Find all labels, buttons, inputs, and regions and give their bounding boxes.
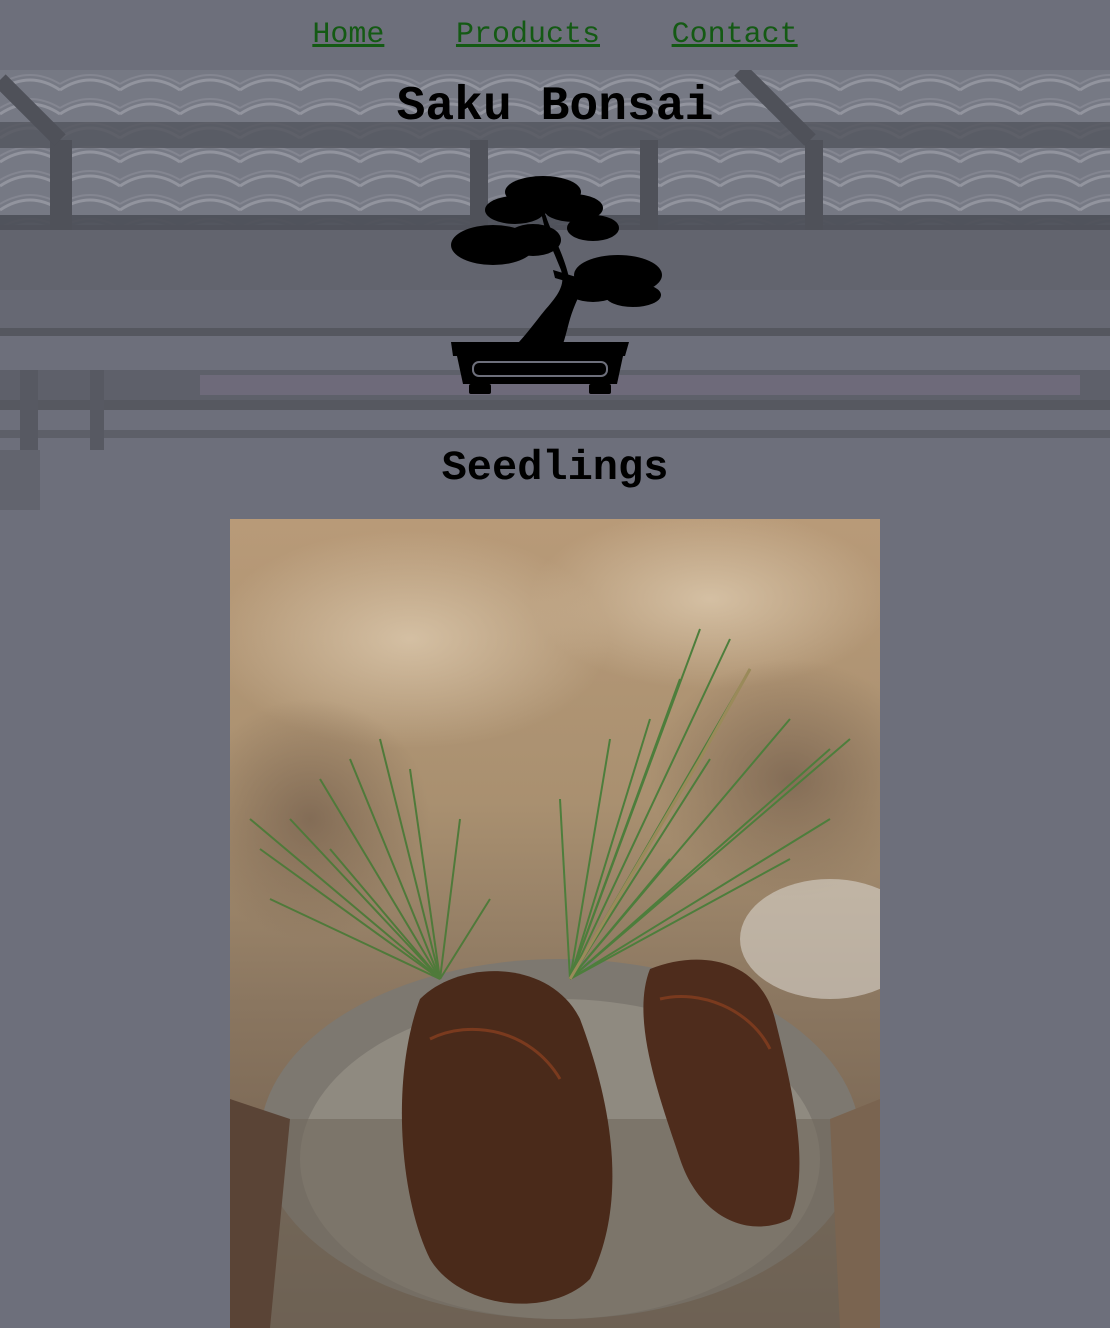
- site-title: Saku Bonsai: [396, 80, 714, 134]
- nav-link-home[interactable]: Home: [312, 18, 384, 52]
- pine-seedling-photo: [230, 519, 880, 1328]
- bonsai-tree-icon: [451, 176, 662, 394]
- nav-link-contact[interactable]: Contact: [672, 18, 798, 52]
- page: Home Products Contact Saku Bonsai Seedli…: [0, 0, 1110, 1328]
- nav-link-products[interactable]: Products: [456, 18, 600, 52]
- main-nav: Home Products Contact: [0, 0, 1110, 70]
- section-title: Seedlings: [441, 444, 669, 492]
